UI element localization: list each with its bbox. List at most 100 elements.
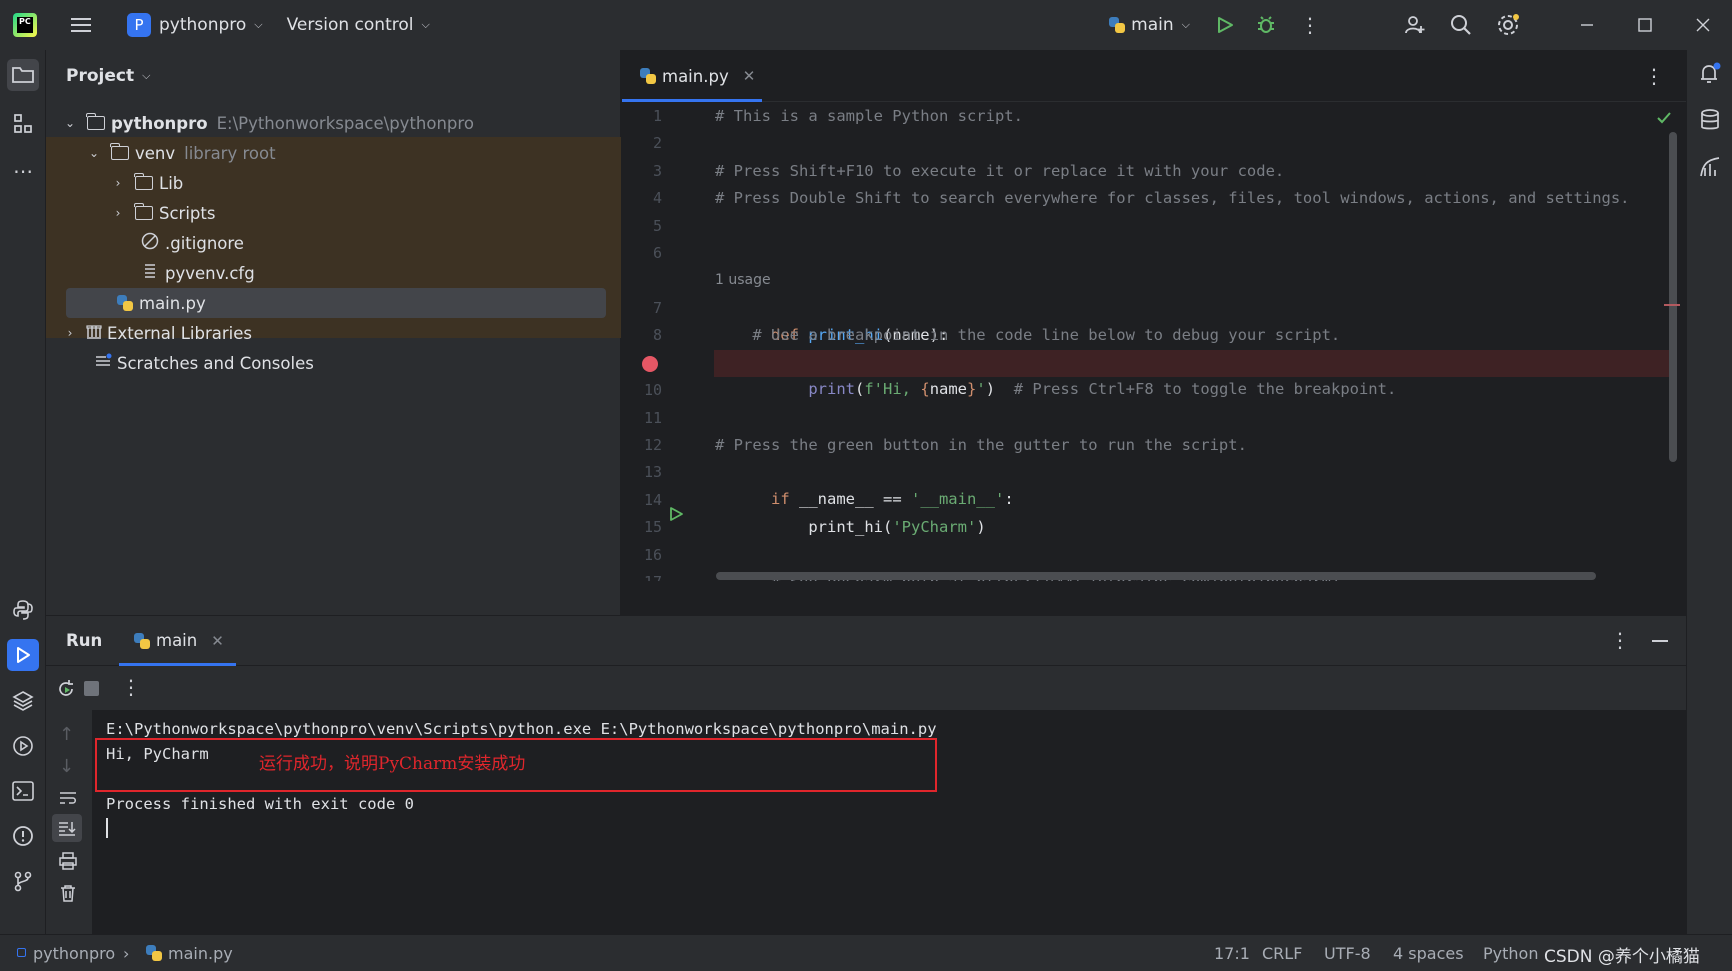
arrow-up-icon[interactable]: ↑ <box>59 724 74 745</box>
ignored-file-icon <box>141 232 159 254</box>
tree-item-gitignore[interactable]: .gitignore <box>46 228 621 258</box>
services-icon[interactable] <box>7 730 39 762</box>
structure-icon[interactable] <box>7 108 39 140</box>
scroll-to-end-icon[interactable] <box>52 814 82 842</box>
more-vertical-icon[interactable]: ⋮ <box>121 675 141 699</box>
code-text: ( <box>855 380 865 398</box>
inspection-ok-icon[interactable] <box>1656 110 1672 130</box>
left-tool-stripe: ⋯ <box>0 50 46 934</box>
line-number: 1 <box>652 107 662 125</box>
code-line-13: if __name__ == '__main__': <box>715 459 1014 508</box>
breadcrumb-project[interactable]: pythonpro <box>33 944 115 963</box>
tree-item-scratches[interactable]: Scratches and Consoles <box>46 348 621 378</box>
rerun-icon[interactable] <box>56 679 76 703</box>
terminal-icon[interactable] <box>7 775 39 807</box>
line-number: 13 <box>643 463 662 481</box>
code-brace: { <box>920 380 930 398</box>
code-line-16: # See PyCharm help at https://www.jetbra… <box>715 542 1340 581</box>
tree-item-lib[interactable]: › Lib <box>46 168 621 198</box>
project-folder-icon[interactable] <box>7 59 39 91</box>
version-control-label: Version control <box>286 15 414 35</box>
more-horizontal-icon[interactable]: ⋯ <box>7 155 39 187</box>
line-number: 4 <box>652 189 662 207</box>
usage-hint[interactable]: 1 usage <box>715 267 771 294</box>
more-vertical-icon[interactable]: ⋮ <box>1610 628 1630 652</box>
code-text: ) <box>976 518 986 536</box>
title-bar: PC P pythonpro ⌵ Version control ⌵ main … <box>0 0 1732 50</box>
line-number: 17 <box>622 569 662 581</box>
tree-item-label: main.py <box>139 293 206 313</box>
project-panel-header[interactable]: Project ⌵ <box>46 50 620 102</box>
minimize-icon[interactable] <box>1558 0 1616 50</box>
annotation-text: 运行成功，说明PyCharm安装成功 <box>259 754 526 774</box>
run-panel-title: Run <box>66 631 103 650</box>
problems-icon[interactable] <box>7 820 39 852</box>
breakpoint-icon[interactable] <box>642 356 658 372</box>
folder-icon <box>110 143 129 160</box>
add-user-icon[interactable] <box>1404 14 1426 36</box>
python-interpreter[interactable]: Python <box>1483 944 1538 963</box>
more-vertical-icon[interactable]: ⋮ <box>1300 13 1320 37</box>
arrow-down-icon[interactable]: ↓ <box>59 756 74 777</box>
sciview-icon[interactable] <box>1699 156 1721 182</box>
clear-trash-icon[interactable] <box>59 884 77 906</box>
line-number: 6 <box>652 244 662 262</box>
run-panel-header: Run main ✕ ⋮ <box>46 616 1686 666</box>
vertical-scrollbar[interactable] <box>1669 132 1677 462</box>
notifications-icon[interactable] <box>1698 62 1722 90</box>
tree-item-pyvenv-cfg[interactable]: pyvenv.cfg <box>46 258 621 288</box>
caret-position[interactable]: 17:1 <box>1214 944 1250 963</box>
database-icon[interactable] <box>1699 108 1721 136</box>
code-brace: } <box>967 380 977 398</box>
more-vertical-icon[interactable]: ⋮ <box>1644 64 1664 88</box>
tree-item-external-libraries[interactable]: › External Libraries <box>46 318 621 348</box>
config-file-icon <box>141 262 159 284</box>
maximize-icon[interactable] <box>1616 0 1674 50</box>
tree-item-label: Scratches and Consoles <box>117 353 314 373</box>
code-area[interactable]: # This is a sample Python script. # Pres… <box>715 103 1655 581</box>
line-separator[interactable]: CRLF <box>1262 944 1302 963</box>
tree-item-scripts[interactable]: › Scripts <box>46 198 621 228</box>
python-console-icon[interactable] <box>7 594 39 626</box>
python-icon <box>134 632 150 649</box>
close-tab-icon[interactable]: ✕ <box>211 632 224 650</box>
chevron-right-icon: › <box>115 206 121 220</box>
code-line-9: print(f'Hi, {name}') # Press Ctrl+F8 to … <box>715 349 1396 398</box>
print-icon[interactable] <box>58 852 78 874</box>
search-icon[interactable] <box>1450 14 1472 36</box>
project-badge: P <box>127 13 151 37</box>
run-config-selector[interactable]: main ⌵ <box>1109 15 1190 35</box>
run-gutter-icon[interactable] <box>668 506 684 526</box>
scratches-icon <box>95 353 113 373</box>
version-control-menu[interactable]: Version control ⌵ <box>287 15 430 35</box>
main-menu-icon[interactable] <box>71 18 91 32</box>
tree-item-label: Lib <box>159 173 184 193</box>
indent-setting[interactable]: 4 spaces <box>1393 944 1464 963</box>
breakpoint-marker <box>1664 304 1680 306</box>
close-window-icon[interactable] <box>1674 0 1732 50</box>
hide-panel-icon[interactable] <box>1652 640 1668 642</box>
console-exit-status: Process finished with exit code 0 <box>106 795 414 813</box>
project-switcher[interactable]: pythonpro ⌵ <box>159 15 263 35</box>
tree-item-main-py[interactable]: main.py <box>66 288 606 318</box>
tab-run-main[interactable]: main ✕ <box>134 631 224 650</box>
tab-main-py[interactable]: main.py ✕ <box>640 50 755 102</box>
console-command-line: E:\Pythonworkspace\pythonpro\venv\Script… <box>106 720 937 738</box>
tree-item-pythonpro[interactable]: ⌄ pythonpro E:\Pythonworkspace\pythonpro <box>46 108 621 138</box>
run-tool-icon[interactable] <box>7 639 39 671</box>
settings-gear-icon[interactable] <box>1496 13 1520 37</box>
library-icon <box>85 323 103 343</box>
soft-wrap-icon[interactable] <box>58 790 78 810</box>
debug-icon[interactable] <box>1256 15 1276 35</box>
run-icon[interactable] <box>1216 16 1234 34</box>
project-name: pythonpro <box>159 15 247 35</box>
git-branch-icon[interactable] <box>7 865 39 897</box>
layers-icon[interactable] <box>7 685 39 717</box>
close-tab-icon[interactable]: ✕ <box>743 67 756 85</box>
breadcrumb-file[interactable]: main.py <box>168 944 233 963</box>
file-encoding[interactable]: UTF-8 <box>1324 944 1371 963</box>
console-caret <box>106 818 108 838</box>
horizontal-scrollbar[interactable] <box>716 572 1596 580</box>
tree-item-venv[interactable]: ⌄ venv library root <box>46 138 621 168</box>
stop-icon[interactable] <box>84 681 99 696</box>
